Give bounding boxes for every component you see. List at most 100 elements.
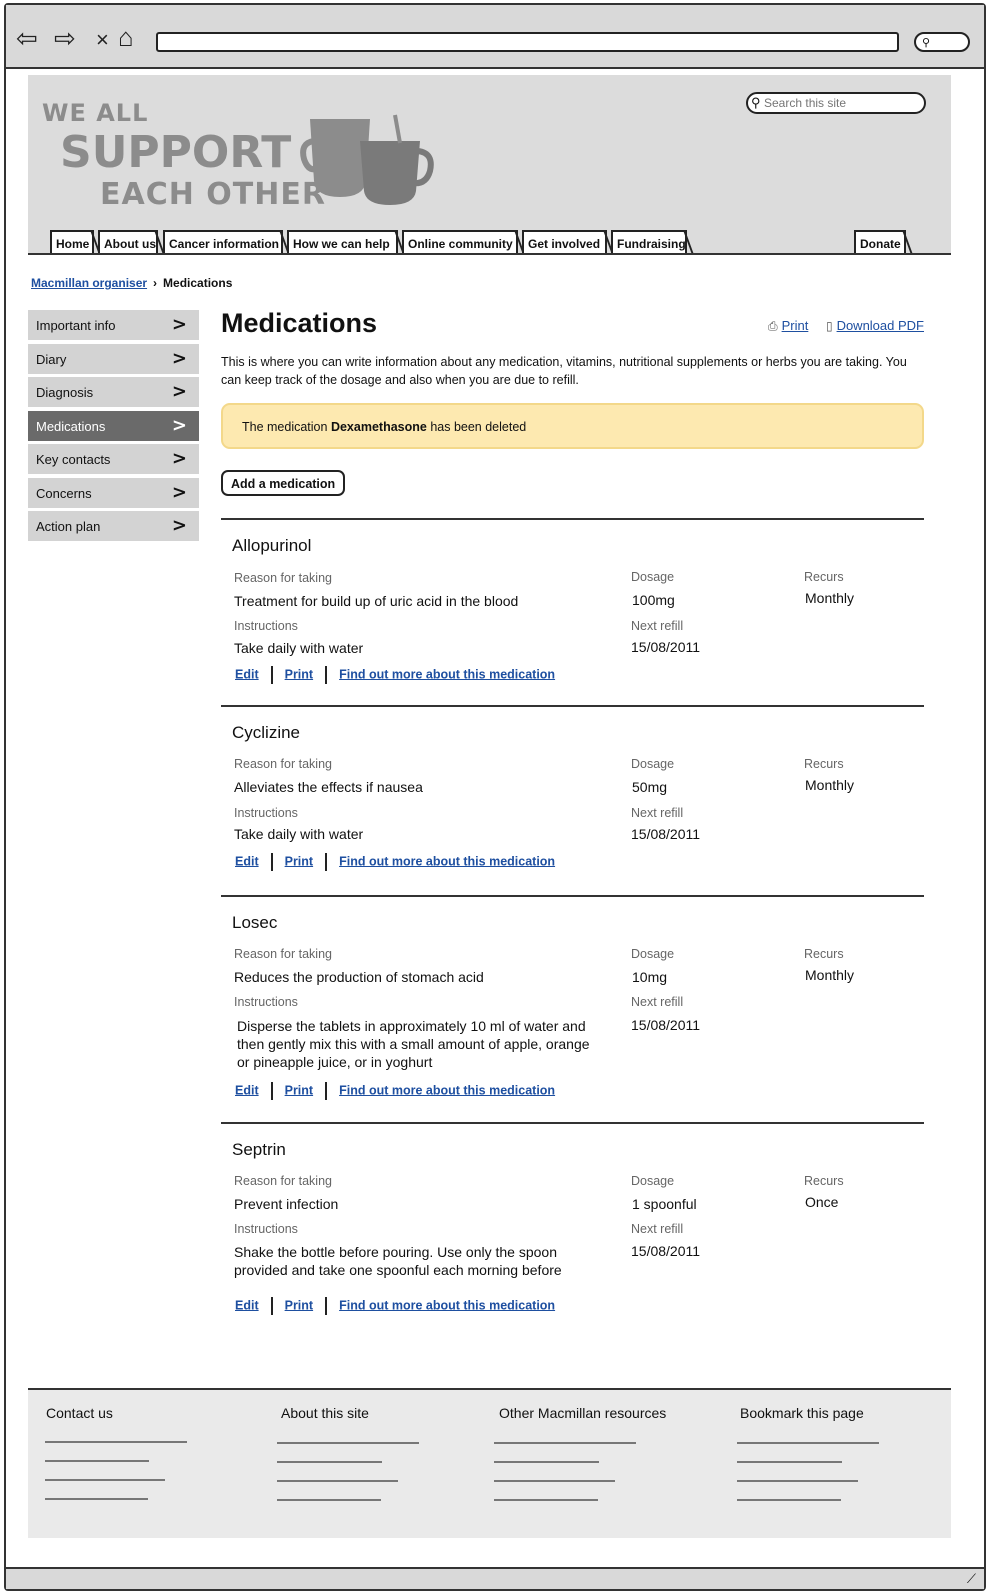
footer-link-placeholder[interactable] — [494, 1442, 636, 1444]
instructions-label: Instructions — [234, 995, 298, 1009]
print-medication-link[interactable]: Print — [285, 1298, 313, 1312]
footer-heading[interactable]: Contact us — [46, 1405, 113, 1421]
footer-link-placeholder[interactable] — [494, 1461, 599, 1463]
tab-online-community[interactable]: Online community — [402, 230, 518, 253]
donate-tab[interactable]: Donate — [854, 230, 906, 253]
edit-link[interactable]: Edit — [235, 1083, 259, 1097]
back-arrow-icon[interactable]: ⇦ — [16, 25, 38, 51]
main-content: Medications ⎙ Print ▯ Download PDF This is… — [221, 308, 924, 1315]
dosage-value: 100mg — [632, 592, 675, 608]
print-link[interactable]: Print — [782, 318, 809, 333]
footer-link-placeholder[interactable] — [45, 1441, 187, 1443]
add-medication-button[interactable]: Add a medication — [221, 470, 346, 496]
edit-link[interactable]: Edit — [235, 1298, 259, 1312]
sidebar-item-important-info[interactable]: Important info > — [28, 310, 199, 340]
print-medication-link[interactable]: Print — [285, 854, 313, 868]
browser-search-field[interactable]: ⚲ — [914, 32, 970, 52]
sidebar-nav: Important info > Diary > Diagnosis > Medica… — [28, 310, 199, 545]
sidebar-item-medications[interactable]: Medications > — [28, 410, 199, 441]
medication-name: Allopurinol — [232, 536, 312, 555]
sidebar-item-key-contacts[interactable]: Key contacts > — [28, 444, 199, 474]
footer-heading[interactable]: Other Macmillan resources — [499, 1405, 666, 1421]
next-refill-value: 15/08/2011 — [631, 826, 701, 842]
instructions-label: Instructions — [234, 1222, 298, 1236]
medication-card-cyclizine: Cyclizine Reason for taking Alleviates t… — [221, 705, 924, 895]
edit-link[interactable]: Edit — [235, 854, 259, 868]
medication-actions: Edit Print Find out more about this medica… — [235, 1082, 555, 1100]
tab-about-us[interactable]: About us — [98, 230, 158, 253]
site-search-input[interactable] — [764, 95, 914, 111]
reason-value: Reduces the production of stomach acid — [234, 969, 484, 985]
footer-link-placeholder[interactable] — [45, 1479, 165, 1481]
find-out-more-link[interactable]: Find out more about this medication — [339, 1083, 555, 1097]
tab-how-we-can-help[interactable]: How we can help — [287, 230, 398, 253]
sidebar-item-label: Concerns — [36, 485, 92, 501]
divider — [325, 666, 328, 684]
nav-divider — [28, 253, 951, 255]
sidebar-item-diary[interactable]: Diary > — [28, 343, 199, 374]
find-out-more-link[interactable]: Find out more about this medication — [339, 854, 555, 868]
breadcrumb-parent-link[interactable]: Macmillan organiser — [31, 276, 147, 290]
footer-link-placeholder[interactable] — [737, 1442, 879, 1444]
medication-actions: Edit Print Find out more about this medica… — [235, 666, 555, 684]
footer-heading[interactable]: Bookmark this page — [740, 1405, 864, 1421]
footer-link-placeholder[interactable] — [494, 1499, 598, 1501]
instructions-label: Instructions — [234, 619, 298, 633]
notice-medication-name: Dexamethasone — [330, 420, 427, 434]
close-icon[interactable]: × — [96, 27, 109, 53]
divider — [270, 1082, 273, 1100]
download-pdf-link[interactable]: Download PDF — [837, 318, 924, 333]
printer-icon: ⎙ — [767, 319, 778, 333]
site-search[interactable]: ⚲ — [746, 92, 926, 114]
chevron-right-icon: > — [171, 314, 187, 335]
footer-link-placeholder[interactable] — [277, 1461, 382, 1463]
tab-cancer-information[interactable]: Cancer information — [163, 230, 283, 253]
breadcrumb: Macmillan organiser › Medications — [31, 276, 232, 290]
print-medication-link[interactable]: Print — [285, 1083, 313, 1097]
deleted-notice: The medication Dexamethasone has been de… — [221, 403, 924, 449]
footer-link-placeholder[interactable] — [277, 1442, 419, 1444]
find-out-more-link[interactable]: Find out more about this medication — [339, 667, 555, 681]
sidebar-item-label: Diagnosis — [36, 385, 94, 400]
sidebar-item-diagnosis[interactable]: Diagnosis > — [28, 377, 199, 407]
footer-link-placeholder[interactable] — [494, 1480, 615, 1482]
home-icon[interactable]: ⌂ — [118, 24, 134, 50]
sidebar-item-action-plan[interactable]: Action plan > — [28, 511, 199, 541]
recurs-value: Monthly — [805, 967, 855, 983]
site-header: WE ALL SUPPORT EACH OTHER ⚲ Home About u… — [28, 75, 951, 255]
footer-link-placeholder[interactable] — [277, 1480, 398, 1482]
resize-grip-icon[interactable]: ⟋ — [967, 1571, 976, 1587]
footer-link-placeholder[interactable] — [45, 1498, 148, 1500]
forward-arrow-icon[interactable]: ⇨ — [54, 25, 76, 51]
tab-home[interactable]: Home — [50, 230, 94, 253]
address-bar[interactable] — [156, 32, 899, 52]
recurs-label: Recurs — [804, 947, 844, 961]
next-refill-label: Next refill — [631, 1222, 684, 1236]
magnifier-icon: ⚲ — [922, 37, 931, 49]
logo-line-1: WE ALL — [42, 99, 149, 127]
tab-fundraising[interactable]: Fundraising — [611, 230, 687, 253]
footer-link-placeholder[interactable] — [737, 1480, 858, 1482]
next-refill-value: 15/08/2011 — [631, 1017, 701, 1033]
mugs-icon — [300, 114, 434, 205]
sidebar-item-label: Important info — [36, 318, 116, 333]
print-medication-link[interactable]: Print — [285, 667, 313, 681]
sidebar-item-concerns[interactable]: Concerns > — [28, 477, 199, 508]
dosage-label: Dosage — [631, 947, 675, 961]
reason-label: Reason for taking — [234, 571, 332, 585]
next-refill-label: Next refill — [631, 995, 684, 1009]
edit-link[interactable]: Edit — [235, 667, 259, 681]
tab-get-involved[interactable]: Get involved — [522, 230, 607, 253]
divider — [325, 853, 328, 871]
sidebar-item-label: Diary — [36, 351, 67, 367]
footer-heading[interactable]: About this site — [281, 1405, 369, 1421]
chevron-right-icon: > — [171, 481, 187, 503]
footer-link-placeholder[interactable] — [45, 1460, 149, 1462]
next-refill-label: Next refill — [631, 619, 684, 633]
footer-column-about: About this site — [281, 1405, 369, 1421]
footer-link-placeholder[interactable] — [737, 1461, 842, 1463]
find-out-more-link[interactable]: Find out more about this medication — [339, 1298, 555, 1312]
medication-name: Cyclizine — [232, 723, 301, 742]
footer-link-placeholder[interactable] — [737, 1499, 841, 1501]
footer-link-placeholder[interactable] — [277, 1499, 381, 1501]
